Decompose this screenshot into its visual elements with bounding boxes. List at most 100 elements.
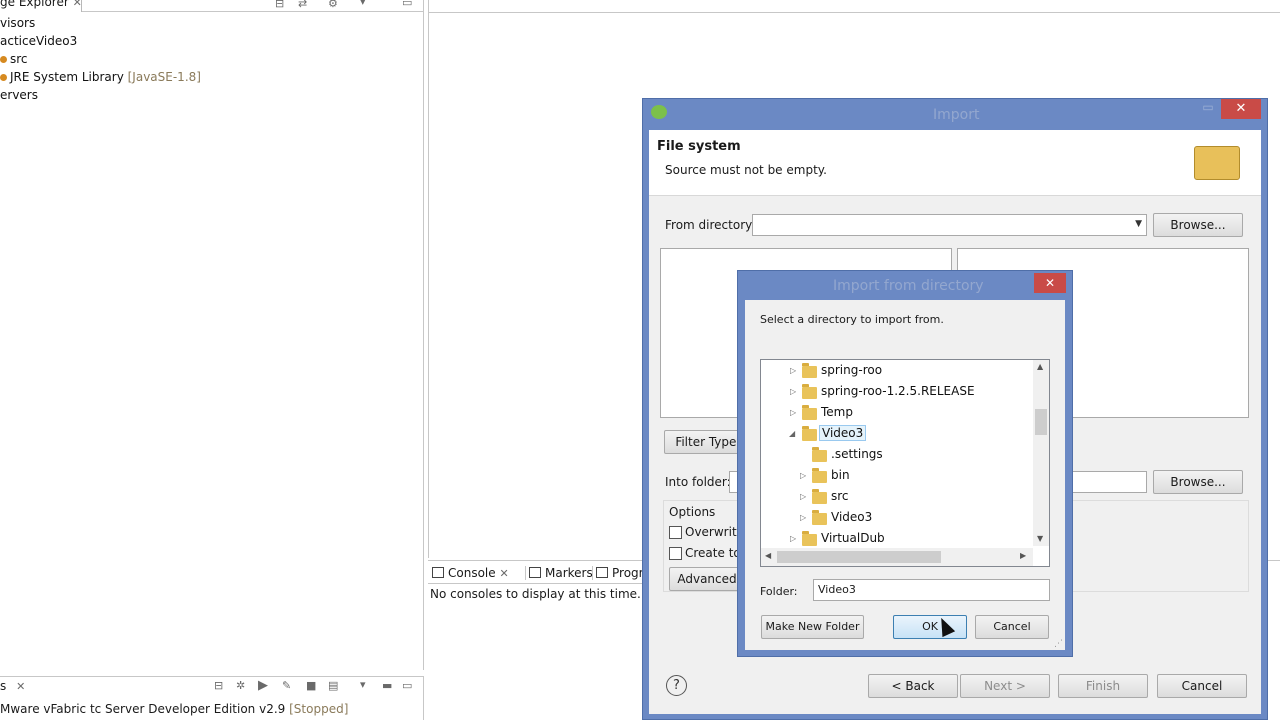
close-icon[interactable]: ✕ xyxy=(73,0,81,9)
spring-icon xyxy=(651,105,667,119)
close-button[interactable]: ✕ xyxy=(1034,273,1066,293)
debug-icon[interactable]: ✲ xyxy=(236,679,245,692)
resize-grip-icon[interactable]: ⋰ xyxy=(1054,639,1063,649)
server-entry-label: Mware vFabric tc Server Developer Editio… xyxy=(0,702,286,716)
server-status: [Stopped] xyxy=(289,702,349,716)
tree-node[interactable]: bin xyxy=(831,468,850,482)
directory-tree[interactable]: ▲ ▼ ◀ ▶ ▷ spring-roo ▷ spring-roo-1.2.5.… xyxy=(760,359,1050,567)
overwrite-label: Overwrite xyxy=(685,525,745,539)
back-button[interactable]: < Back xyxy=(868,674,958,698)
make-new-folder-button[interactable]: Make New Folder xyxy=(761,615,864,639)
stop-server-icon[interactable]: ■ xyxy=(306,679,316,692)
horizontal-scrollbar[interactable]: ◀ ▶ xyxy=(761,548,1033,566)
folder-icon xyxy=(802,363,817,378)
expand-arrow-icon[interactable]: ▷ xyxy=(800,513,806,522)
expand-arrow-icon[interactable]: ▷ xyxy=(790,387,796,396)
maximize-icon[interactable]: ▭ xyxy=(402,0,412,9)
chevron-down-icon[interactable]: ▾ xyxy=(360,678,366,691)
tree-node[interactable]: spring-roo xyxy=(821,363,882,377)
scroll-up-icon[interactable]: ▲ xyxy=(1037,362,1043,371)
publish-icon[interactable]: ▤ xyxy=(328,679,338,692)
scrollbar-thumb[interactable] xyxy=(777,551,941,563)
server-entry[interactable]: Mware vFabric tc Server Developer Editio… xyxy=(0,702,348,716)
folder-icon xyxy=(1194,146,1240,180)
folder-icon xyxy=(812,510,827,525)
into-folder-browse-button[interactable]: Browse... xyxy=(1153,470,1243,494)
wizard-page-title: File system xyxy=(657,139,741,154)
expand-arrow-icon[interactable]: ▷ xyxy=(800,471,806,480)
vertical-scrollbar[interactable]: ▲ ▼ xyxy=(1033,360,1049,546)
tree-item[interactable]: ervers xyxy=(0,88,38,102)
wizard-message: Source must not be empty. xyxy=(665,163,827,177)
tree-item[interactable]: visors xyxy=(0,16,35,30)
console-icon xyxy=(432,567,444,578)
expand-arrow-icon[interactable]: ▷ xyxy=(790,408,796,417)
tree-node[interactable]: src xyxy=(831,489,849,503)
tab-progress[interactable]: Progr xyxy=(592,566,644,580)
help-icon[interactable]: ? xyxy=(666,675,687,696)
tree-item[interactable]: acticeVideo3 xyxy=(0,34,77,48)
tree-node[interactable]: spring-roo-1.2.5.RELEASE xyxy=(821,384,975,398)
tree-item-label: visors xyxy=(0,16,36,30)
collapse-all-icon[interactable]: ⊟ xyxy=(275,0,284,10)
console-message: No consoles to display at this time. xyxy=(430,587,641,601)
maximize-icon[interactable]: ▭ xyxy=(402,679,412,692)
folder-icon xyxy=(802,531,817,546)
advanced-button[interactable]: Advanced xyxy=(669,567,745,591)
folder-icon xyxy=(812,447,827,462)
tree-node[interactable]: Video3 xyxy=(831,510,872,524)
create-top-checkbox[interactable] xyxy=(669,547,682,560)
editor-divider xyxy=(428,12,1280,13)
expand-arrow-icon[interactable]: ▷ xyxy=(790,534,796,543)
finish-button[interactable]: Finish xyxy=(1058,674,1148,698)
scroll-left-icon[interactable]: ◀ xyxy=(765,551,771,560)
start-server-icon[interactable]: ▶ xyxy=(258,678,268,693)
tree-item[interactable]: JRE System Library [JavaSE-1.8] xyxy=(0,70,201,84)
tab-markers-label: Markers xyxy=(545,566,593,580)
chevron-down-icon[interactable]: ▾ xyxy=(360,0,366,8)
tree-item[interactable]: src xyxy=(0,52,28,66)
maximize-icon[interactable]: ▭ xyxy=(1199,100,1217,114)
tree-item-suffix: [JavaSE-1.8] xyxy=(127,70,201,84)
close-icon[interactable]: ✕ xyxy=(499,567,508,580)
tree-node[interactable]: Temp xyxy=(821,405,853,419)
folder-icon xyxy=(802,384,817,399)
library-icon xyxy=(0,74,7,81)
tab-servers[interactable]: s ✕ xyxy=(0,679,25,693)
tree-node-selected[interactable]: Video3 xyxy=(819,425,867,441)
collapse-icon[interactable]: ⊟ xyxy=(214,679,223,692)
expand-arrow-icon[interactable]: ▷ xyxy=(790,366,796,375)
package-icon xyxy=(0,56,7,63)
minimize-icon[interactable]: ▬ xyxy=(382,679,392,692)
scroll-right-icon[interactable]: ▶ xyxy=(1020,551,1026,560)
dir-cancel-button[interactable]: Cancel xyxy=(975,615,1049,639)
tree-node[interactable]: VirtualDub xyxy=(821,531,885,545)
next-button[interactable]: Next > xyxy=(960,674,1050,698)
ok-button[interactable]: OK xyxy=(893,615,967,639)
scroll-down-icon[interactable]: ▼ xyxy=(1037,534,1043,543)
tree-node[interactable]: .settings xyxy=(831,447,883,461)
tab-console-label: Console xyxy=(448,566,496,580)
folder-input[interactable]: Video3 xyxy=(813,579,1050,601)
close-icon[interactable]: ✕ xyxy=(16,680,25,693)
package-explorer-tab[interactable]: ge Explorer ✕ xyxy=(0,0,82,12)
collapse-arrow-icon[interactable]: ◢ xyxy=(789,429,795,438)
cancel-button[interactable]: Cancel xyxy=(1157,674,1247,698)
profile-icon[interactable]: ✎ xyxy=(282,679,291,692)
view-menu-icon[interactable]: ⚙ xyxy=(328,0,338,10)
package-explorer-panel xyxy=(0,0,424,670)
link-editor-icon[interactable]: ⇄ xyxy=(298,0,307,10)
scrollbar-thumb[interactable] xyxy=(1035,409,1047,435)
tab-servers-label: s xyxy=(0,679,7,693)
tab-markers[interactable]: Markers xyxy=(525,566,593,580)
tab-console[interactable]: Console ✕ xyxy=(432,566,509,580)
folder-icon xyxy=(812,468,827,483)
overwrite-checkbox[interactable] xyxy=(669,526,682,539)
tree-item-label: acticeVideo3 xyxy=(0,34,78,48)
from-directory-label: From directory: xyxy=(665,218,756,232)
from-directory-combo[interactable]: ▼ xyxy=(752,214,1147,236)
dir-dialog-title: Import from directory xyxy=(833,278,984,294)
browse-button[interactable]: Browse... xyxy=(1153,213,1243,237)
expand-arrow-icon[interactable]: ▷ xyxy=(800,492,806,501)
close-button[interactable]: ✕ xyxy=(1221,99,1261,119)
